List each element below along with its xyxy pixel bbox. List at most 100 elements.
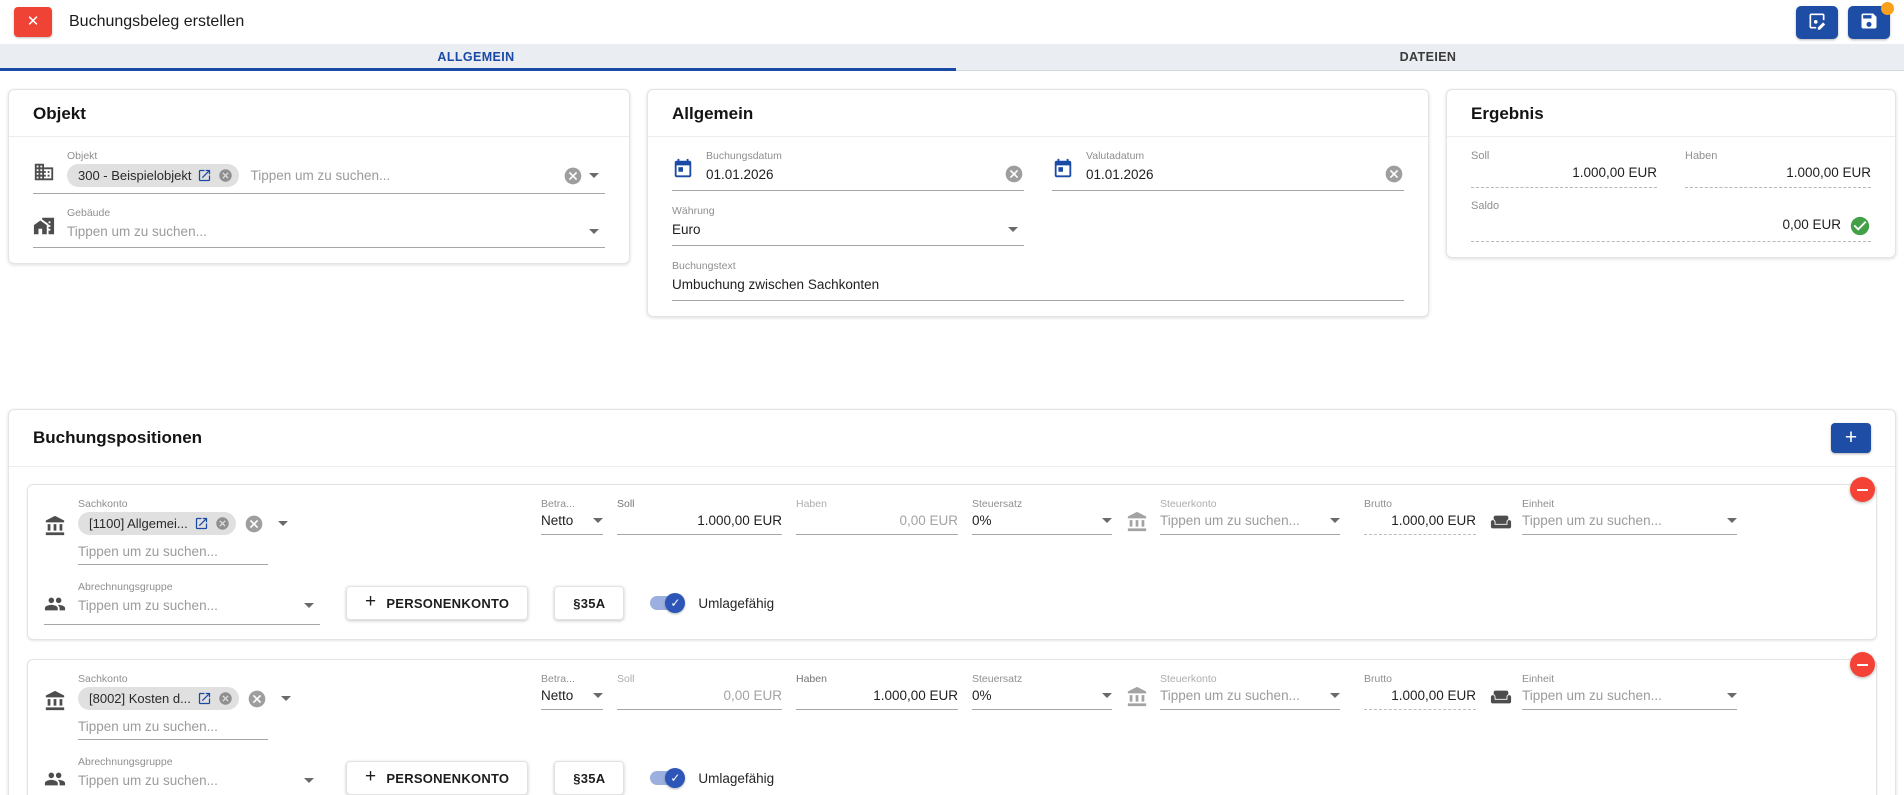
save-button[interactable]	[1848, 1, 1894, 39]
einheit-field[interactable]: Einheit Tippen um zu suchen...	[1490, 498, 1737, 537]
soll-value[interactable]: 0,00 EUR	[723, 688, 782, 703]
waehrung-value[interactable]: Euro	[672, 222, 701, 237]
unsaved-changes-badge	[1881, 1, 1894, 15]
einheit-search-placeholder[interactable]: Tippen um zu suchen...	[1522, 513, 1662, 528]
umlagefaehig-toggle[interactable]: ✓	[648, 593, 686, 613]
tab-allgemein[interactable]: ALLGEMEIN	[0, 44, 952, 70]
position-row: Sachkonto [8002] Kosten d... Tippen um z…	[27, 652, 1877, 795]
betragsart-value[interactable]: Netto	[541, 513, 573, 528]
betragsart-field[interactable]: Betra... Netto	[541, 673, 603, 710]
chevron-down-icon[interactable]	[277, 521, 288, 526]
objekt-card-title: Objekt	[9, 90, 629, 137]
open-in-new-icon[interactable]	[194, 516, 209, 531]
chevron-down-icon[interactable]	[304, 602, 314, 608]
betragsart-value[interactable]: Netto	[541, 688, 573, 703]
save-edit-icon	[1807, 11, 1827, 34]
position-row: Sachkonto [1100] Allgemei... Tippen um z…	[27, 477, 1877, 640]
chip-remove-icon[interactable]	[215, 516, 230, 531]
open-in-new-icon[interactable]	[197, 168, 212, 183]
chip-remove-icon[interactable]	[218, 691, 233, 706]
clear-field-icon[interactable]	[1004, 164, 1024, 184]
steuersatz-field[interactable]: Steuersatz 0%	[972, 498, 1112, 535]
chevron-down-icon[interactable]	[280, 696, 291, 701]
waehrung-field[interactable]: Währung Euro	[672, 205, 1024, 246]
abrechnungsgruppe-label: Abrechnungsgruppe	[78, 581, 173, 593]
objekt-chip[interactable]: 300 - Beispielobjekt	[67, 164, 240, 187]
steuersatz-value[interactable]: 0%	[972, 688, 992, 703]
betragsart-field[interactable]: Betra... Netto	[541, 498, 603, 535]
bank-icon	[44, 515, 68, 539]
steuerkonto-field[interactable]: Steuerkonto Tippen um zu suchen...	[1126, 673, 1340, 712]
soll-field[interactable]: Soll 1.000,00 EUR	[617, 498, 782, 535]
steuerkonto-search-placeholder[interactable]: Tippen um zu suchen...	[1160, 688, 1300, 703]
add-personenkonto-button[interactable]: + PERSONENKONTO	[346, 586, 529, 620]
buchungsdatum-value[interactable]: 01.01.2026	[706, 167, 774, 182]
buchungsdatum-field[interactable]: Buchungsdatum 01.01.2026	[672, 150, 1024, 191]
chevron-down-icon[interactable]	[1727, 693, 1737, 698]
steuersatz-field[interactable]: Steuersatz 0%	[972, 673, 1112, 710]
chip-remove-icon[interactable]	[218, 168, 233, 183]
steuerkonto-search-placeholder[interactable]: Tippen um zu suchen...	[1160, 513, 1300, 528]
abrechnungsgruppe-search-placeholder[interactable]: Tippen um zu suchen...	[78, 773, 218, 788]
chevron-down-icon[interactable]	[589, 173, 599, 178]
einheit-field[interactable]: Einheit Tippen um zu suchen...	[1490, 673, 1737, 712]
sachkonto-search-placeholder[interactable]: Tippen um zu suchen...	[78, 544, 268, 565]
chevron-down-icon[interactable]	[1008, 226, 1018, 232]
umlagefaehig-toggle[interactable]: ✓	[648, 768, 686, 788]
steuerkonto-field[interactable]: Steuerkonto Tippen um zu suchen...	[1126, 498, 1340, 537]
abrechnungsgruppe-field[interactable]: Abrechnungsgruppe Tippen um zu suchen...	[44, 756, 320, 795]
chevron-down-icon[interactable]	[1102, 518, 1112, 523]
chevron-down-icon[interactable]	[1102, 693, 1112, 698]
tab-dateien[interactable]: DATEIEN	[952, 44, 1904, 70]
paragraph-35a-label: §35A	[573, 595, 606, 611]
remove-position-button[interactable]	[1850, 652, 1875, 677]
brutto-label: Brutto	[1364, 498, 1393, 510]
haben-field[interactable]: Haben 0,00 EUR	[796, 498, 958, 535]
chevron-down-icon[interactable]	[304, 777, 314, 783]
haben-summary-field: Haben 1.000,00 EUR	[1685, 150, 1871, 188]
sachkonto-field[interactable]: Sachkonto [1100] Allgemei... Tippen um z…	[44, 498, 301, 565]
paragraph-35a-button[interactable]: §35A	[554, 586, 625, 620]
objekt-search-placeholder[interactable]: Tippen um zu suchen...	[250, 168, 390, 183]
save-and-edit-button[interactable]	[1796, 5, 1838, 39]
chevron-down-icon[interactable]	[1330, 693, 1340, 698]
einheit-search-placeholder[interactable]: Tippen um zu suchen...	[1522, 688, 1662, 703]
steuersatz-value[interactable]: 0%	[972, 513, 992, 528]
haben-value[interactable]: 0,00 EUR	[899, 513, 958, 528]
chevron-down-icon[interactable]	[593, 518, 603, 523]
brutto-label: Brutto	[1364, 673, 1393, 685]
abrechnungsgruppe-field[interactable]: Abrechnungsgruppe Tippen um zu suchen...	[44, 581, 320, 625]
soll-value[interactable]: 1.000,00 EUR	[697, 513, 782, 528]
buchungstext-value[interactable]: Umbuchung zwischen Sachkonten	[672, 277, 879, 292]
add-personenkonto-button[interactable]: + PERSONENKONTO	[346, 761, 529, 795]
personenkonto-button-label: PERSONENKONTO	[386, 770, 510, 786]
gebaeude-field[interactable]: Gebäude Tippen um zu suchen...	[33, 207, 605, 248]
add-position-button[interactable]: +	[1831, 423, 1871, 453]
haben-field[interactable]: Haben 1.000,00 EUR	[796, 673, 958, 710]
soll-field[interactable]: Soll 0,00 EUR	[617, 673, 782, 710]
gebaeude-field-label: Gebäude	[67, 207, 111, 219]
clear-field-icon[interactable]	[1384, 164, 1404, 184]
valutadatum-value[interactable]: 01.01.2026	[1086, 167, 1154, 182]
chevron-down-icon[interactable]	[593, 693, 603, 698]
close-button[interactable]: ✕	[14, 7, 52, 37]
valutadatum-field[interactable]: Valutadatum 01.01.2026	[1052, 150, 1404, 191]
sachkonto-field[interactable]: Sachkonto [8002] Kosten d... Tippen um z…	[44, 673, 301, 740]
paragraph-35a-button[interactable]: §35A	[554, 761, 625, 795]
objekt-field[interactable]: Objekt 300 - Beispielobjekt Tippen um zu…	[33, 150, 605, 194]
abrechnungsgruppe-search-placeholder[interactable]: Tippen um zu suchen...	[78, 598, 218, 613]
haben-value[interactable]: 1.000,00 EUR	[873, 688, 958, 703]
remove-position-button[interactable]	[1850, 477, 1875, 502]
sachkonto-search-placeholder[interactable]: Tippen um zu suchen...	[78, 719, 268, 740]
sachkonto-chip[interactable]: [8002] Kosten d...	[78, 687, 239, 710]
chevron-down-icon[interactable]	[589, 228, 599, 234]
open-in-new-icon[interactable]	[197, 691, 212, 706]
clear-field-icon[interactable]	[247, 689, 267, 709]
chevron-down-icon[interactable]	[1330, 518, 1340, 523]
sachkonto-chip[interactable]: [1100] Allgemei...	[78, 512, 236, 535]
buchungstext-field[interactable]: Buchungstext Umbuchung zwischen Sachkont…	[672, 260, 1404, 301]
clear-field-icon[interactable]	[563, 166, 583, 186]
gebaeude-search-placeholder[interactable]: Tippen um zu suchen...	[67, 224, 207, 239]
clear-field-icon[interactable]	[244, 514, 264, 534]
chevron-down-icon[interactable]	[1727, 518, 1737, 523]
